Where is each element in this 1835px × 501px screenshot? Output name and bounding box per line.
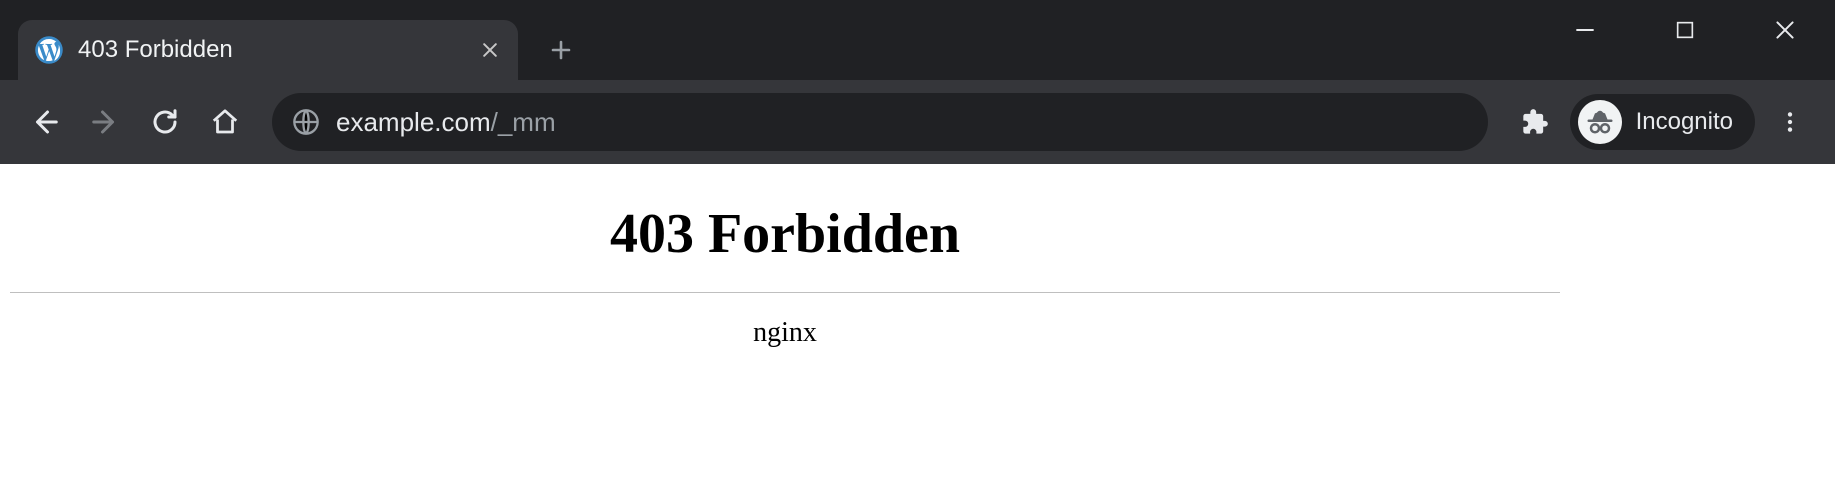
url-host: example.com bbox=[336, 107, 491, 137]
back-button[interactable] bbox=[18, 95, 72, 149]
window-close-button[interactable] bbox=[1735, 0, 1835, 60]
site-info-icon[interactable] bbox=[292, 108, 320, 136]
browser-menu-button[interactable] bbox=[1763, 95, 1817, 149]
home-button[interactable] bbox=[198, 95, 252, 149]
tab-strip: 403 Forbidden bbox=[0, 0, 1835, 80]
divider bbox=[10, 292, 1560, 293]
window-minimize-button[interactable] bbox=[1535, 0, 1635, 60]
new-tab-button[interactable] bbox=[536, 25, 586, 75]
server-signature: nginx bbox=[0, 317, 1570, 349]
browser-tab[interactable]: 403 Forbidden bbox=[18, 20, 518, 80]
window-maximize-button[interactable] bbox=[1635, 0, 1735, 60]
window-controls bbox=[1535, 0, 1835, 60]
tab-close-button[interactable] bbox=[472, 32, 508, 68]
wordpress-icon bbox=[34, 35, 64, 65]
error-heading: 403 Forbidden bbox=[0, 202, 1570, 266]
incognito-icon bbox=[1578, 100, 1622, 144]
browser-chrome: 403 Forbidden bbox=[0, 0, 1835, 164]
forward-button[interactable] bbox=[78, 95, 132, 149]
browser-toolbar: example.com/_mm Incognito bbox=[0, 80, 1835, 164]
toolbar-right-cluster: Incognito bbox=[1508, 94, 1817, 150]
incognito-label: Incognito bbox=[1636, 108, 1733, 136]
tab-title: 403 Forbidden bbox=[78, 36, 458, 64]
url-text: example.com/_mm bbox=[336, 107, 556, 138]
address-bar[interactable]: example.com/_mm bbox=[272, 93, 1488, 151]
page-content: 403 Forbidden nginx bbox=[0, 164, 1570, 349]
url-path: /_mm bbox=[491, 107, 556, 137]
reload-button[interactable] bbox=[138, 95, 192, 149]
extensions-button[interactable] bbox=[1508, 95, 1562, 149]
incognito-indicator[interactable]: Incognito bbox=[1570, 94, 1755, 150]
